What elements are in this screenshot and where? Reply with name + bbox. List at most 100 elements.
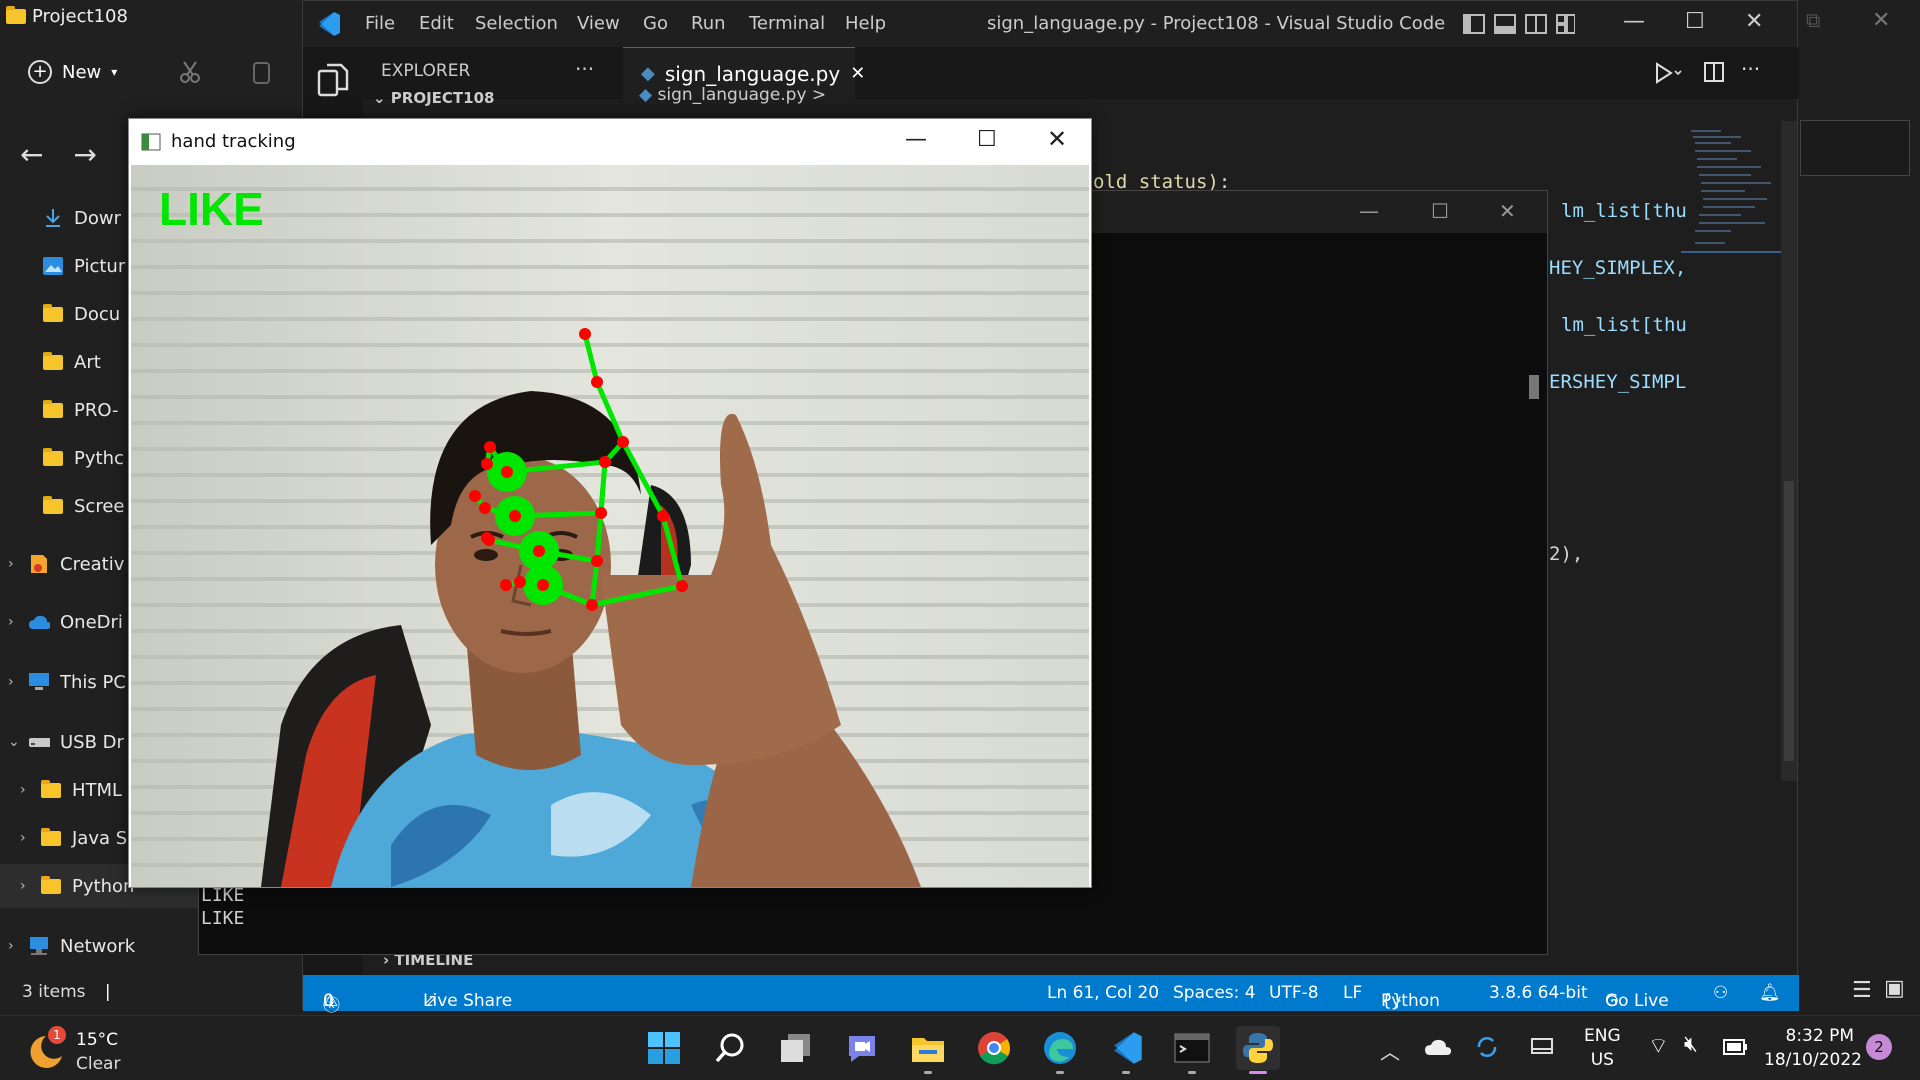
close-icon[interactable]: ✕	[1872, 8, 1890, 33]
large-icons-view-icon[interactable]: ▣	[1884, 976, 1905, 1001]
vscode-titlebar: File Edit Selection View Go Run Terminal…	[303, 1, 1797, 47]
back-button[interactable]: ←	[20, 138, 43, 171]
menu-help[interactable]: Help	[845, 13, 886, 34]
layout-toggle-icons[interactable]	[1463, 13, 1575, 35]
code-line[interactable]: lm_list[thu	[1561, 314, 1687, 336]
notifications-bell-icon[interactable]: 🔔︎	[1759, 983, 1781, 1003]
hand-landmark	[676, 580, 688, 592]
onedrive-cloud-icon[interactable]	[1424, 1038, 1452, 1056]
creative-cloud-icon	[28, 553, 50, 575]
python-interpreter[interactable]: 3.8.6 64-bit	[1489, 983, 1588, 1003]
code-line[interactable]: 2),	[1549, 543, 1583, 565]
python-file-icon: ◆	[641, 63, 655, 84]
chrome-app[interactable]	[972, 1026, 1016, 1070]
active-indicator	[1249, 1071, 1267, 1074]
close-icon[interactable]: ✕	[1499, 199, 1516, 223]
menu-run[interactable]: Run	[691, 13, 726, 34]
encoding[interactable]: UTF-8	[1269, 983, 1319, 1003]
maximize-icon[interactable]: ☐	[1685, 9, 1705, 34]
terminal-icon	[1174, 1033, 1210, 1063]
sidebar-item-label: Java S	[72, 827, 128, 849]
split-editor-icon[interactable]	[1703, 61, 1725, 83]
folder-icon	[42, 303, 64, 322]
console-scrollbar[interactable]	[1529, 375, 1539, 399]
minimize-icon[interactable]: —	[905, 127, 927, 152]
new-button[interactable]: + New ▾	[28, 60, 117, 84]
menu-file[interactable]: File	[365, 13, 395, 34]
menu-edit[interactable]: Edit	[419, 13, 454, 34]
weather-widget[interactable]: 1 15°C Clear	[26, 1026, 146, 1074]
minimize-icon[interactable]: —	[1623, 9, 1645, 34]
close-tab-icon[interactable]: ✕	[850, 63, 865, 84]
weather-badge: 1	[48, 1026, 66, 1044]
minimize-icon[interactable]: —	[1359, 199, 1379, 223]
editor-more-icon[interactable]: ···	[1741, 57, 1760, 81]
edge-app[interactable]	[1038, 1026, 1082, 1074]
battery-icon[interactable]	[1720, 1036, 1750, 1058]
maximize-icon[interactable]: ☐	[1431, 199, 1449, 223]
show-hidden-icons[interactable]: ︿	[1380, 1036, 1400, 1065]
forward-button[interactable]: →	[73, 138, 96, 171]
chevron-right-icon[interactable]: ›	[8, 674, 28, 690]
vscode-statusbar: ⓧ 0 ⚠ 0 ⇗ Live Share Ln 61, Col 20 Space…	[303, 975, 1799, 1016]
files-icon[interactable]	[317, 63, 349, 97]
code-line[interactable]: HEY_SIMPLEX,	[1549, 257, 1686, 279]
language-indicator[interactable]: ENG US	[1584, 1024, 1621, 1072]
breadcrumb[interactable]: ◆ sign_language.py >	[639, 85, 826, 105]
notification-badge[interactable]: 2	[1866, 1034, 1892, 1060]
maximize-icon[interactable]: ☐	[977, 127, 997, 152]
breadcrumb-text: sign_language.py >	[657, 85, 827, 105]
scrollbar-thumb[interactable]	[1784, 481, 1794, 761]
volume-muted-icon[interactable]: 🔇︎	[1684, 1032, 1698, 1057]
menu-go[interactable]: Go	[643, 13, 668, 34]
restore-icon[interactable]: ⧉	[1806, 8, 1820, 32]
chevron-down-icon[interactable]: ⌄	[8, 734, 28, 750]
hand-landmark	[595, 507, 607, 519]
chevron-right-icon[interactable]: ›	[20, 830, 40, 846]
menu-terminal[interactable]: Terminal	[749, 13, 825, 34]
vscode-app[interactable]	[1104, 1026, 1148, 1074]
python-file-icon: ◆	[639, 85, 658, 105]
teams-chat-button[interactable]	[840, 1026, 884, 1070]
wifi-icon[interactable]: ⌔	[1648, 1032, 1669, 1060]
code-line[interactable]: lm_list[thu	[1561, 200, 1687, 222]
feedback-icon[interactable]: ⚇	[1713, 983, 1728, 1003]
code-line[interactable]: ERSHEY_SIMPL	[1549, 371, 1686, 393]
menu-view[interactable]: View	[577, 13, 620, 34]
chat-icon	[849, 1036, 875, 1062]
end-of-line[interactable]: LF	[1343, 983, 1362, 1003]
start-button[interactable]	[642, 1026, 686, 1070]
sync-icon[interactable]	[1474, 1034, 1500, 1060]
more-actions-icon[interactable]: ···	[575, 57, 594, 81]
hand-landmark	[481, 532, 493, 544]
chevron-right-icon[interactable]: ›	[20, 782, 40, 798]
indentation[interactable]: Spaces: 4	[1173, 983, 1256, 1003]
editor-scrollbar[interactable]	[1781, 121, 1797, 781]
search-button[interactable]	[708, 1026, 752, 1070]
close-icon[interactable]: ✕	[1047, 125, 1067, 153]
menu-selection[interactable]: Selection	[475, 13, 558, 34]
file-explorer-app[interactable]	[906, 1026, 950, 1074]
chevron-right-icon[interactable]: ›	[8, 556, 28, 572]
chevron-right-icon[interactable]: ›	[8, 614, 28, 630]
project-folder-header[interactable]: ⌄ PROJECT108	[373, 89, 494, 107]
run-icon[interactable]	[1653, 61, 1683, 85]
hand-tracking-window: hand tracking — ☐ ✕ LIKE	[128, 118, 1092, 888]
sidebar-item-label: Network	[60, 935, 136, 957]
clock[interactable]: 8:32 PM 18/10/2022	[1764, 1024, 1862, 1072]
minimap[interactable]	[1681, 101, 1781, 261]
copy-icon[interactable]	[250, 60, 274, 86]
display-icon[interactable]	[1530, 1036, 1554, 1058]
cursor-position[interactable]: Ln 61, Col 20	[1047, 983, 1159, 1003]
left-eye	[474, 549, 498, 561]
chevron-right-icon[interactable]: ›	[20, 878, 40, 894]
close-icon[interactable]: ✕	[1745, 9, 1763, 34]
project-label: PROJECT108	[390, 89, 495, 107]
task-view-button[interactable]	[774, 1026, 818, 1070]
terminal-app[interactable]	[1170, 1026, 1214, 1074]
chevron-right-icon[interactable]: ›	[8, 938, 28, 954]
details-view-icon[interactable]: ☰	[1852, 978, 1872, 1003]
python-app[interactable]	[1236, 1026, 1280, 1074]
onedrive-icon	[28, 614, 50, 630]
cut-icon[interactable]	[178, 60, 202, 84]
